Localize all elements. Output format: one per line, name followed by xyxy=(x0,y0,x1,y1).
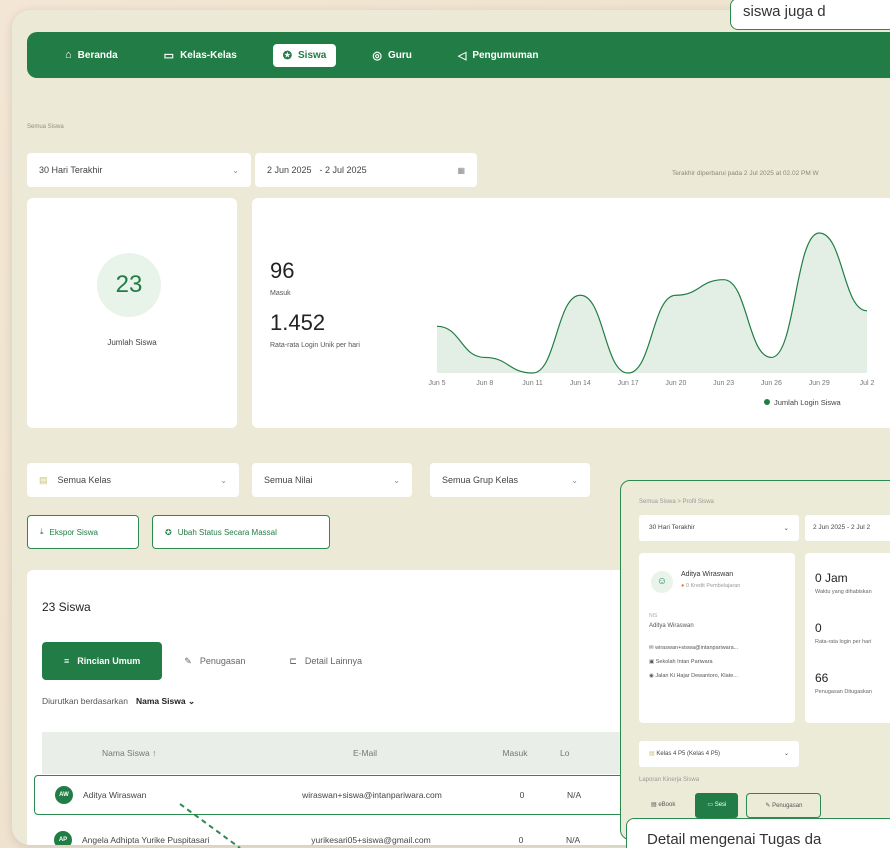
col-email[interactable]: E-Mail xyxy=(260,748,470,758)
col-last[interactable]: Lo xyxy=(560,748,600,758)
avatar: AP xyxy=(54,831,72,845)
profile-info-card: ☺ Aditya Wiraswan ● 0 Kredit Pembelajara… xyxy=(639,553,795,723)
x-tick-label: Jun 26 xyxy=(761,380,782,387)
pen-icon: ✎ xyxy=(765,803,771,809)
x-tick-label: Jul 2 xyxy=(860,380,875,387)
profile-tabs: ▤ eBook ▭ Sesi ✎ Penugasan xyxy=(639,793,822,818)
class-icon: ▤ xyxy=(39,474,48,485)
tab-general-details[interactable]: ≡ Rincian Umum xyxy=(42,642,163,680)
nav-item-kelas[interactable]: ▭ Kelas-Kelas xyxy=(154,44,247,67)
date-range-picker[interactable]: 2 Jun 2025 - 2 Jul 2025 ▦ xyxy=(255,153,477,187)
login-area-chart: Jun 5 Jun 8 Jun 11 Jun 14 Jun 17 Jun 20 Jun 23… xyxy=(428,232,875,407)
x-tick-label: Jun 29 xyxy=(809,380,830,387)
student-icon: ✪ xyxy=(282,49,292,62)
chevron-down-icon: ⌄ xyxy=(232,165,239,175)
callout-top: siswa juga d xyxy=(730,0,890,30)
student-count-value: 23 xyxy=(97,253,161,317)
app-window: ⌂ Beranda ▭ Kelas-Kelas ✪ Siswa ◎ Guru ◁… xyxy=(12,10,890,845)
book-icon: ▭ xyxy=(163,49,175,62)
student-icon: ✪ xyxy=(165,527,172,537)
export-students-button[interactable]: ⤓ Ekspor Siswa xyxy=(27,515,139,549)
chevron-down-icon: ⌄ xyxy=(393,475,400,485)
student-list-title: 23 Siswa xyxy=(42,600,91,614)
table-header: Nama Siswa ↑ E-Mail Masuk Lo xyxy=(42,732,642,774)
class-icon: ▤ xyxy=(649,751,655,757)
list-tabs: ≡ Rincian Umum ✎ Penugasan ⊏ Detail Lain… xyxy=(42,642,384,680)
profile-range-select[interactable]: 30 Hari Terakhir ⌄ xyxy=(639,515,799,541)
nav-item-beranda[interactable]: ⌂ Beranda xyxy=(55,44,128,66)
logins-label: Masuk xyxy=(270,290,291,297)
avg-login-value: 1.452 xyxy=(270,310,326,335)
x-tick-label: Jun 8 xyxy=(476,380,493,387)
user-icon: ☺ xyxy=(651,571,673,593)
home-icon: ⌂ xyxy=(65,49,72,61)
nav-item-pengumuman[interactable]: ◁ Pengumuman xyxy=(448,44,549,67)
x-tick-label: Jun 17 xyxy=(618,380,639,387)
nav-item-guru[interactable]: ◎ Guru xyxy=(362,44,422,67)
range-select[interactable]: 30 Hari Terakhir ⌄ xyxy=(27,153,251,187)
tab-assignments[interactable]: ✎ Penugasan xyxy=(162,642,267,680)
pen-icon: ✎ xyxy=(184,655,192,666)
nav-item-siswa[interactable]: ✪ Siswa xyxy=(272,43,337,67)
school-icon: ▣ xyxy=(649,659,655,665)
tree-icon: ⊏ xyxy=(289,655,297,666)
sort-select[interactable]: Nama Siswa ⌄ xyxy=(136,696,195,707)
x-tick-label: Jun 23 xyxy=(713,380,734,387)
breadcrumb[interactable]: Semua Siswa xyxy=(27,124,64,130)
sort-control: Diurutkan berdasarkan Nama Siswa ⌄ xyxy=(42,696,196,707)
legend-label: Jumlah Login Siswa xyxy=(774,398,842,407)
col-name[interactable]: Nama Siswa ↑ xyxy=(42,748,260,758)
location-icon: ◉ xyxy=(649,673,654,679)
tab-other-details[interactable]: ⊏ Detail Lainnya xyxy=(267,642,384,680)
tab-ebook[interactable]: ▤ eBook xyxy=(639,793,687,818)
ebook-icon: ▤ xyxy=(651,802,657,808)
x-tick-label: Jun 14 xyxy=(570,380,591,387)
student-profile-preview: Semua Siswa > Profil Siswa 30 Hari Terak… xyxy=(620,480,890,840)
download-icon: ⤓ xyxy=(40,527,44,536)
table-row[interactable]: AW Aditya Wiraswan wiraswan+siswa@intanp… xyxy=(34,775,654,815)
col-login[interactable]: Masuk xyxy=(470,748,560,758)
x-tick-label: Jun 5 xyxy=(428,380,445,387)
profile-stats-card: 0 Jam Waktu yang dihabiskan 0 Rata-rata … xyxy=(805,553,890,723)
megaphone-icon: ◁ xyxy=(457,49,467,62)
profile-date-picker[interactable]: 2 Jun 2025 - 2 Jul 2 xyxy=(805,515,890,541)
class-group-select[interactable]: Semua Grup Kelas ⌄ xyxy=(430,463,590,497)
chart-area-fill xyxy=(437,233,867,373)
x-tick-label: Jun 20 xyxy=(665,380,686,387)
avatar: AW xyxy=(55,786,73,804)
class-select[interactable]: ▤ Semua Kelas ⌄ xyxy=(27,463,239,497)
last-updated-text: Terakhir diperbarui pada 2 Jul 2025 at 0… xyxy=(672,170,819,177)
x-tick-label: Jun 11 xyxy=(522,380,543,387)
mail-icon: ✉ xyxy=(649,645,654,651)
teacher-icon: ◎ xyxy=(372,49,382,62)
calendar-icon: ▦ xyxy=(457,165,465,175)
chevron-down-icon: ⌄ xyxy=(571,475,578,485)
top-navbar: ⌂ Beranda ▭ Kelas-Kelas ✪ Siswa ◎ Guru ◁… xyxy=(27,32,890,78)
callout-bottom: Detail mengenai Tugas da xyxy=(626,818,890,848)
filter-icon: ≡ xyxy=(64,656,70,666)
tab-penugasan[interactable]: ✎ Penugasan xyxy=(746,793,822,818)
profile-class-select[interactable]: ▤ Kelas 4 P5 (Kelas 4 P5) ⌄ xyxy=(639,741,799,767)
avg-login-label: Rata-rata Login Unik per hari xyxy=(270,342,360,349)
student-count-label: Jumlah Siswa xyxy=(107,338,157,347)
tab-session[interactable]: ▭ Sesi xyxy=(695,793,739,818)
credit-icon: ● xyxy=(681,583,685,589)
legend-marker xyxy=(764,399,770,405)
connector-dashed-line xyxy=(179,803,241,848)
login-chart-card: 96 Masuk 1.452 Rata-rata Login Unik per … xyxy=(252,198,890,428)
student-count-card: 23 Jumlah Siswa xyxy=(27,198,237,428)
table-row[interactable]: AP Angela Adhipta Yurike Puspitasari yur… xyxy=(34,820,654,845)
chevron-down-icon: ⌄ xyxy=(220,475,227,485)
grade-select[interactable]: Semua Nilai ⌄ xyxy=(252,463,412,497)
logins-value: 96 xyxy=(270,258,295,283)
bulk-status-button[interactable]: ✪ Ubah Status Secara Massal xyxy=(152,515,330,549)
calendar-icon: ▭ xyxy=(707,802,714,808)
